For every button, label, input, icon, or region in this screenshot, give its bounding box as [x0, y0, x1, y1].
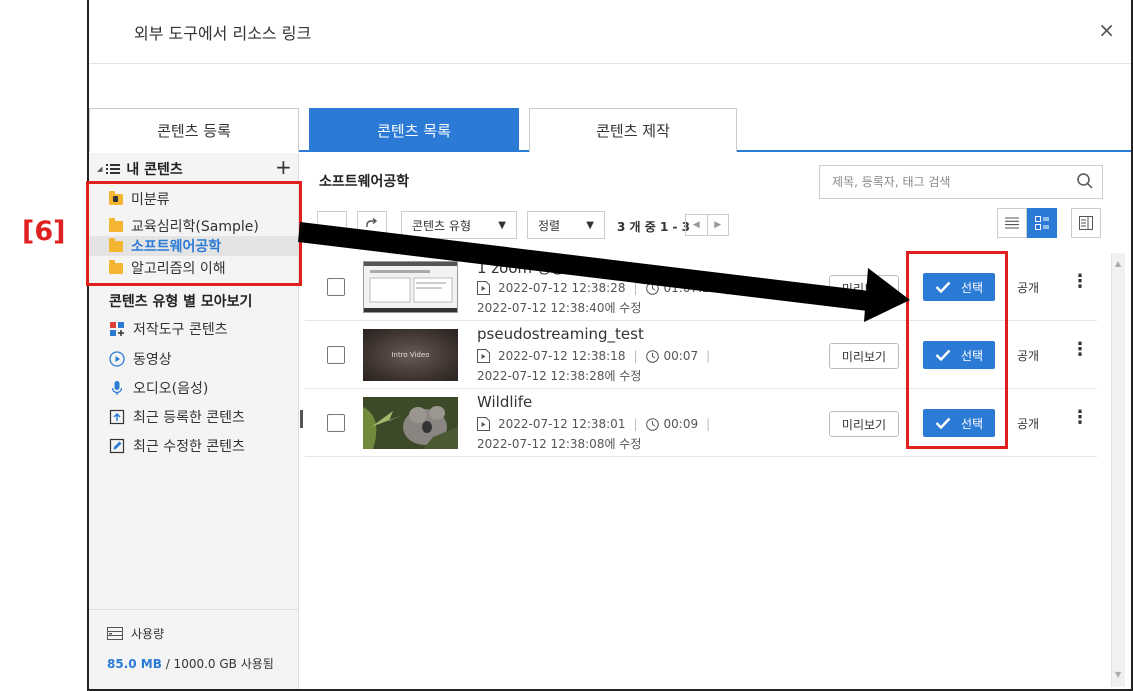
annotation-arrow [298, 222, 910, 322]
